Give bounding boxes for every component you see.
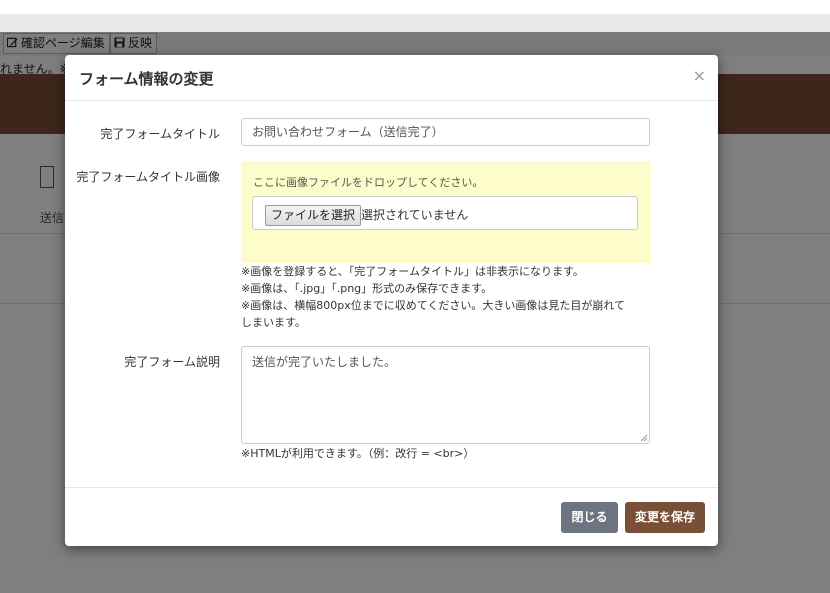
description-note: ※HTMLが利用できます。（例：改行 = <br>）	[241, 447, 475, 460]
image-note-1: ※画像を登録すると、「完了フォームタイトル」は非表示になります。	[241, 265, 584, 278]
description-value: 送信が完了いたしました。	[252, 355, 397, 369]
file-input-box: ファイルを選択 選択されていません	[252, 196, 638, 230]
image-note-2: ※画像は、「.jpg」「.png」形式のみ保存できます。	[241, 282, 493, 295]
modal-header: フォーム情報の変更 ×	[65, 55, 718, 101]
completion-title-label: 完了フォームタイトル	[100, 127, 220, 141]
dropzone-text: ここに画像ファイルをドロップしてください。	[253, 176, 484, 189]
image-note-3: ※画像は、横幅800px位までに収めてください。大きい画像は見た目が崩れて	[241, 299, 626, 312]
image-dropzone[interactable]: ここに画像ファイルをドロップしてください。 ファイルを選択 選択されていません	[241, 161, 651, 263]
save-changes-button[interactable]: 変更を保存	[625, 502, 705, 533]
top-strip	[0, 14, 830, 32]
browser-top-area	[0, 0, 830, 14]
close-icon[interactable]: ×	[693, 67, 706, 85]
completion-title-image-label: 完了フォームタイトル画像	[76, 170, 220, 184]
resize-grip-icon[interactable]	[640, 434, 648, 442]
image-note-4: しまいます。	[241, 316, 306, 329]
modal-title: フォーム情報の変更	[79, 70, 214, 88]
modal-footer: 閉じる 変更を保存	[65, 487, 718, 546]
choose-file-button[interactable]: ファイルを選択	[265, 205, 362, 226]
completion-description-label: 完了フォーム説明	[124, 355, 220, 369]
completion-title-input[interactable]: お問い合わせフォーム（送信完了）	[241, 118, 650, 146]
file-status: 選択されていません	[361, 208, 469, 222]
completion-description-textarea[interactable]: 送信が完了いたしました。	[241, 346, 650, 444]
form-info-modal: フォーム情報の変更 × 完了フォームタイトル お問い合わせフォーム（送信完了） …	[65, 55, 718, 546]
close-button[interactable]: 閉じる	[561, 502, 618, 533]
